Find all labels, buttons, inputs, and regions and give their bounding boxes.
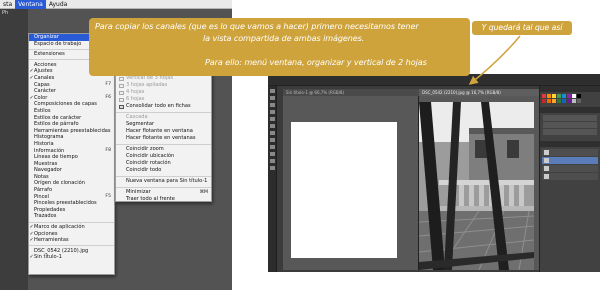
arrow-to-menu (100, 35, 126, 45)
arrow-to-result (468, 35, 521, 85)
annotation-arrows (100, 35, 521, 85)
